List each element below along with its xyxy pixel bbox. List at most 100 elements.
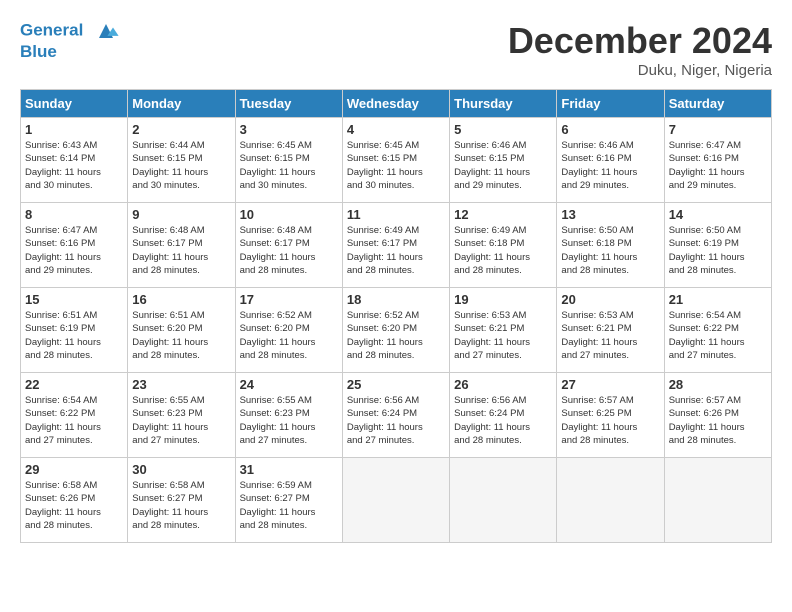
logo-icon [92,20,120,42]
calendar-cell: 18 Sunrise: 6:52 AM Sunset: 6:20 PM Dayli… [342,288,449,373]
calendar-cell: 26 Sunrise: 6:56 AM Sunset: 6:24 PM Dayli… [450,373,557,458]
day-number: 26 [454,377,552,392]
day-number: 15 [25,292,123,307]
day-info: Sunrise: 6:44 AM Sunset: 6:15 PM Dayligh… [132,139,230,192]
calendar-cell: 9 Sunrise: 6:48 AM Sunset: 6:17 PM Daylig… [128,203,235,288]
calendar-cell: 1 Sunrise: 6:43 AM Sunset: 6:14 PM Daylig… [21,118,128,203]
day-info: Sunrise: 6:58 AM Sunset: 6:26 PM Dayligh… [25,479,123,532]
logo: General Blue [20,20,120,62]
day-info: Sunrise: 6:55 AM Sunset: 6:23 PM Dayligh… [240,394,338,447]
day-number: 9 [132,207,230,222]
calendar-cell: 13Sunrise: 6:50 AM Sunset: 6:18 PM Dayli… [557,203,664,288]
logo-text: General Blue [20,20,120,62]
day-number: 12 [454,207,552,222]
calendar-cell [450,458,557,543]
day-number: 22 [25,377,123,392]
day-number: 29 [25,462,123,477]
day-number: 23 [132,377,230,392]
day-info: Sunrise: 6:53 AM Sunset: 6:21 PM Dayligh… [454,309,552,362]
weekday-header-wednesday: Wednesday [342,90,449,118]
day-info: Sunrise: 6:57 AM Sunset: 6:25 PM Dayligh… [561,394,659,447]
day-info: Sunrise: 6:46 AM Sunset: 6:16 PM Dayligh… [561,139,659,192]
day-info: Sunrise: 6:47 AM Sunset: 6:16 PM Dayligh… [25,224,123,277]
day-number: 7 [669,122,767,137]
day-number: 17 [240,292,338,307]
calendar-cell: 16Sunrise: 6:51 AM Sunset: 6:20 PM Dayli… [128,288,235,373]
calendar-cell: 14Sunrise: 6:50 AM Sunset: 6:19 PM Dayli… [664,203,771,288]
calendar-cell: 30 Sunrise: 6:58 AM Sunset: 6:27 PM Dayli… [128,458,235,543]
calendar-cell: 27 Sunrise: 6:57 AM Sunset: 6:25 PM Dayli… [557,373,664,458]
calendar-cell: 31Sunrise: 6:59 AM Sunset: 6:27 PM Dayli… [235,458,342,543]
calendar-cell: 15Sunrise: 6:51 AM Sunset: 6:19 PM Dayli… [21,288,128,373]
calendar-cell: 17 Sunrise: 6:52 AM Sunset: 6:20 PM Dayli… [235,288,342,373]
day-info: Sunrise: 6:53 AM Sunset: 6:21 PM Dayligh… [561,309,659,362]
day-info: Sunrise: 6:46 AM Sunset: 6:15 PM Dayligh… [454,139,552,192]
calendar-cell: 12 Sunrise: 6:49 AM Sunset: 6:18 PM Dayli… [450,203,557,288]
day-info: Sunrise: 6:49 AM Sunset: 6:18 PM Dayligh… [454,224,552,277]
day-number: 13 [561,207,659,222]
day-info: Sunrise: 6:43 AM Sunset: 6:14 PM Dayligh… [25,139,123,192]
calendar-week-1: 1 Sunrise: 6:43 AM Sunset: 6:14 PM Daylig… [21,118,772,203]
weekday-header-tuesday: Tuesday [235,90,342,118]
day-info: Sunrise: 6:49 AM Sunset: 6:17 PM Dayligh… [347,224,445,277]
calendar-cell: 6 Sunrise: 6:46 AM Sunset: 6:16 PM Daylig… [557,118,664,203]
day-number: 27 [561,377,659,392]
day-info: Sunrise: 6:56 AM Sunset: 6:24 PM Dayligh… [347,394,445,447]
calendar-cell: 24Sunrise: 6:55 AM Sunset: 6:23 PM Dayli… [235,373,342,458]
calendar-cell: 3Sunrise: 6:45 AM Sunset: 6:15 PM Daylig… [235,118,342,203]
day-number: 4 [347,122,445,137]
day-number: 31 [240,462,338,477]
day-info: Sunrise: 6:56 AM Sunset: 6:24 PM Dayligh… [454,394,552,447]
day-number: 3 [240,122,338,137]
weekday-header-thursday: Thursday [450,90,557,118]
page-header: General Blue December 2024 Duku, Niger, … [20,20,772,79]
day-number: 10 [240,207,338,222]
month-title: December 2024 [508,20,772,62]
calendar-cell: 22 Sunrise: 6:54 AM Sunset: 6:22 PM Dayli… [21,373,128,458]
day-info: Sunrise: 6:45 AM Sunset: 6:15 PM Dayligh… [347,139,445,192]
calendar-header-row: SundayMondayTuesdayWednesdayThursdayFrid… [21,90,772,118]
calendar-week-3: 15Sunrise: 6:51 AM Sunset: 6:19 PM Dayli… [21,288,772,373]
calendar-cell: 11 Sunrise: 6:49 AM Sunset: 6:17 PM Dayli… [342,203,449,288]
calendar-week-5: 29 Sunrise: 6:58 AM Sunset: 6:26 PM Dayli… [21,458,772,543]
calendar-cell: 10 Sunrise: 6:48 AM Sunset: 6:17 PM Dayli… [235,203,342,288]
day-info: Sunrise: 6:58 AM Sunset: 6:27 PM Dayligh… [132,479,230,532]
day-number: 6 [561,122,659,137]
calendar-week-2: 8Sunrise: 6:47 AM Sunset: 6:16 PM Daylig… [21,203,772,288]
calendar-cell: 25 Sunrise: 6:56 AM Sunset: 6:24 PM Dayli… [342,373,449,458]
calendar-cell: 4 Sunrise: 6:45 AM Sunset: 6:15 PM Daylig… [342,118,449,203]
day-number: 14 [669,207,767,222]
day-number: 2 [132,122,230,137]
day-info: Sunrise: 6:47 AM Sunset: 6:16 PM Dayligh… [669,139,767,192]
day-info: Sunrise: 6:48 AM Sunset: 6:17 PM Dayligh… [132,224,230,277]
calendar-cell: 5Sunrise: 6:46 AM Sunset: 6:15 PM Daylig… [450,118,557,203]
day-info: Sunrise: 6:52 AM Sunset: 6:20 PM Dayligh… [240,309,338,362]
calendar-table: SundayMondayTuesdayWednesdayThursdayFrid… [20,89,772,543]
calendar-cell: 23 Sunrise: 6:55 AM Sunset: 6:23 PM Dayli… [128,373,235,458]
day-info: Sunrise: 6:54 AM Sunset: 6:22 PM Dayligh… [669,309,767,362]
calendar-cell [557,458,664,543]
weekday-header-monday: Monday [128,90,235,118]
calendar-cell: 2 Sunrise: 6:44 AM Sunset: 6:15 PM Daylig… [128,118,235,203]
calendar-cell: 21 Sunrise: 6:54 AM Sunset: 6:22 PM Dayli… [664,288,771,373]
calendar-week-4: 22 Sunrise: 6:54 AM Sunset: 6:22 PM Dayli… [21,373,772,458]
calendar-cell [342,458,449,543]
day-info: Sunrise: 6:54 AM Sunset: 6:22 PM Dayligh… [25,394,123,447]
day-info: Sunrise: 6:48 AM Sunset: 6:17 PM Dayligh… [240,224,338,277]
day-info: Sunrise: 6:52 AM Sunset: 6:20 PM Dayligh… [347,309,445,362]
title-section: December 2024 Duku, Niger, Nigeria [508,20,772,79]
day-number: 21 [669,292,767,307]
day-number: 30 [132,462,230,477]
day-info: Sunrise: 6:57 AM Sunset: 6:26 PM Dayligh… [669,394,767,447]
calendar-cell: 19Sunrise: 6:53 AM Sunset: 6:21 PM Dayli… [450,288,557,373]
calendar-cell: 7 Sunrise: 6:47 AM Sunset: 6:16 PM Daylig… [664,118,771,203]
day-info: Sunrise: 6:55 AM Sunset: 6:23 PM Dayligh… [132,394,230,447]
day-number: 25 [347,377,445,392]
calendar-cell: 28 Sunrise: 6:57 AM Sunset: 6:26 PM Dayli… [664,373,771,458]
calendar-cell [664,458,771,543]
day-number: 11 [347,207,445,222]
day-number: 1 [25,122,123,137]
day-info: Sunrise: 6:51 AM Sunset: 6:20 PM Dayligh… [132,309,230,362]
day-number: 18 [347,292,445,307]
day-number: 28 [669,377,767,392]
